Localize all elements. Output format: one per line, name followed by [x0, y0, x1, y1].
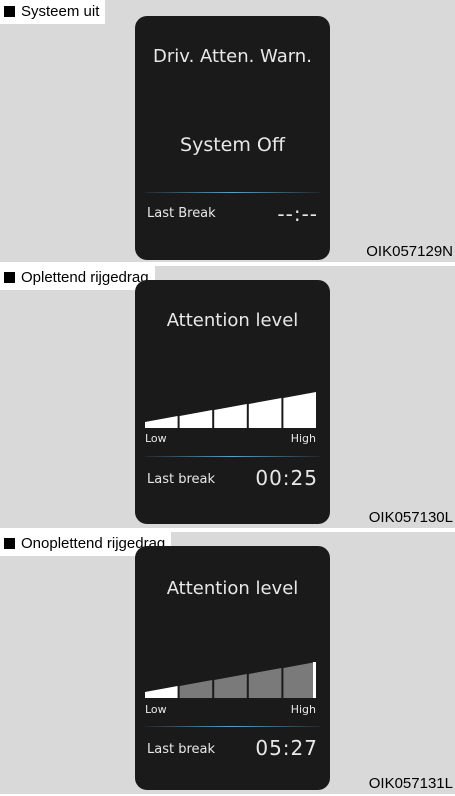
last-break-label: Last break [147, 742, 216, 757]
square-bullet-icon [4, 272, 15, 283]
attention-bar-segment [145, 416, 178, 428]
figure-code: OIK057131L [368, 775, 453, 792]
last-break-label: Last Break [147, 206, 216, 221]
square-bullet-icon [4, 6, 15, 17]
cluster-display: Attention level Low High Last break 05:2… [135, 546, 330, 790]
panel-caption: Systeem uit [0, 0, 106, 24]
panel-caption: Oplettend rijgedrag [0, 266, 155, 290]
system-status-text: System Off [180, 134, 285, 156]
display-divider [145, 192, 320, 193]
attention-bar-segment [179, 680, 213, 698]
attention-level-graph [145, 662, 316, 698]
attention-bar-segment [214, 674, 247, 698]
display-divider [145, 726, 320, 727]
attention-bar-segment [145, 686, 178, 698]
high-label: High [290, 703, 316, 716]
attention-level-bars [145, 662, 316, 698]
cluster-display: Attention level Low High Last break 00:2… [135, 280, 330, 524]
last-break-value: 00:25 [255, 466, 318, 490]
figure-panel-inattentive: Onoplettend rijgedrag Attention level Lo… [0, 532, 455, 796]
last-break-label: Last break [147, 472, 216, 487]
attention-level-graph [145, 392, 316, 428]
attention-bar-segment [214, 404, 247, 428]
panel-caption-text: Oplettend rijgedrag [21, 269, 149, 286]
attention-bar-segment [179, 410, 213, 428]
attention-bar-segment [283, 392, 316, 428]
high-end-marker [313, 662, 316, 698]
figure-code: OIK057130L [368, 509, 453, 526]
low-label: Low [145, 432, 167, 445]
last-break-value: 05:27 [255, 736, 318, 760]
figure-panel-attentive: Oplettend rijgedrag Attention level Low … [0, 266, 455, 530]
figure-panel-system-off: Systeem uit Driv. Atten. Warn. System Of… [0, 0, 455, 264]
attention-bar-segment [248, 668, 282, 698]
cluster-display: Driv. Atten. Warn. System Off Last Break… [135, 16, 330, 260]
display-heading: Attention level [166, 578, 299, 599]
attention-bar-segment [283, 662, 316, 698]
low-label: Low [145, 703, 167, 716]
figure-code: OIK057129N [366, 243, 453, 260]
attention-level-bars [145, 392, 316, 428]
square-bullet-icon [4, 538, 15, 549]
high-label: High [290, 432, 316, 445]
display-heading: Driv. Atten. Warn. [153, 46, 312, 67]
panel-caption-text: Systeem uit [21, 3, 100, 20]
display-heading: Attention level [166, 310, 299, 331]
attention-bar-segment [248, 398, 282, 428]
display-divider [145, 456, 320, 457]
last-break-value: --:-- [277, 202, 318, 226]
